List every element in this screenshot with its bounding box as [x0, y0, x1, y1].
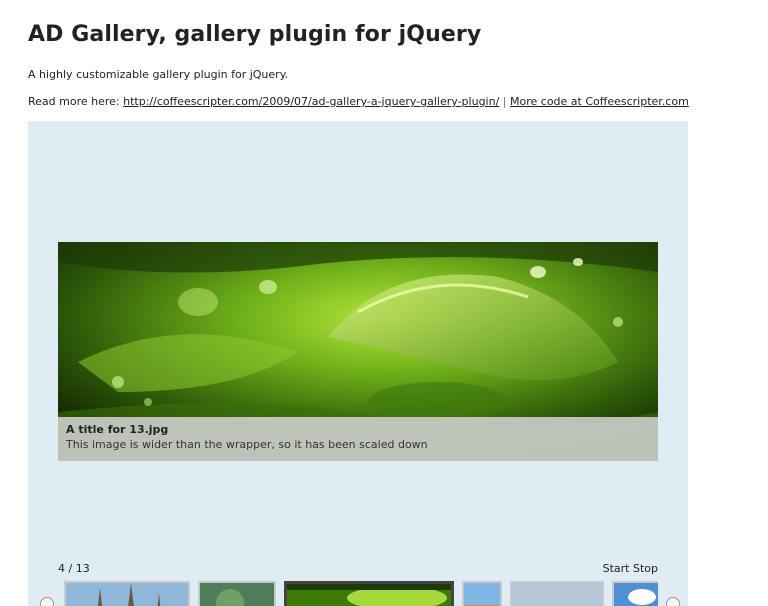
- thumbnail-image: [614, 583, 658, 606]
- more-code-link[interactable]: More code at Coffeescripter.com: [510, 95, 689, 108]
- thumbnail[interactable]: [198, 581, 276, 606]
- page-description: A highly customizable gallery plugin for…: [28, 68, 289, 81]
- counter-current: 4: [58, 562, 65, 575]
- thumbnail-image: [512, 583, 602, 606]
- stop-button[interactable]: Stop: [633, 562, 658, 575]
- thumbnail-image: [200, 583, 274, 606]
- gallery: A title for 13.jpg This image is wider t…: [28, 121, 688, 606]
- main-image[interactable]: A title for 13.jpg This image is wider t…: [58, 242, 658, 461]
- thumbnail-image: [464, 583, 500, 606]
- counter-total: 13: [75, 562, 90, 575]
- image-counter: 4 / 13: [58, 562, 90, 575]
- thumbnail-active[interactable]: [284, 581, 454, 606]
- counter-separator: /: [68, 562, 73, 575]
- thumbnail-image: [66, 583, 188, 606]
- image-caption: A title for 13.jpg This image is wider t…: [58, 417, 658, 461]
- image-description: This image is wider than the wrapper, so…: [66, 438, 428, 451]
- thumbnail-image: [287, 584, 451, 606]
- thumbnail[interactable]: [612, 581, 658, 606]
- thumbnail[interactable]: [510, 581, 604, 606]
- link-separator: |: [502, 95, 507, 108]
- slideshow-controls: Start Stop: [603, 562, 658, 575]
- thumbnail[interactable]: [462, 581, 502, 606]
- image-title: A title for 13.jpg: [66, 423, 169, 436]
- thumbs-next-icon[interactable]: [666, 597, 680, 606]
- thumbnail[interactable]: [64, 581, 190, 606]
- thumbnail-strip: [64, 581, 658, 606]
- article-link[interactable]: http://coffeescripter.com/2009/07/ad-gal…: [123, 95, 499, 108]
- page-title: AD Gallery, gallery plugin for jQuery: [28, 22, 482, 47]
- read-more-line: Read more here: http://coffeescripter.co…: [28, 95, 689, 108]
- start-button[interactable]: Start: [603, 562, 630, 575]
- read-more-prefix: Read more here:: [28, 95, 120, 108]
- thumbs-prev-icon[interactable]: [40, 597, 54, 606]
